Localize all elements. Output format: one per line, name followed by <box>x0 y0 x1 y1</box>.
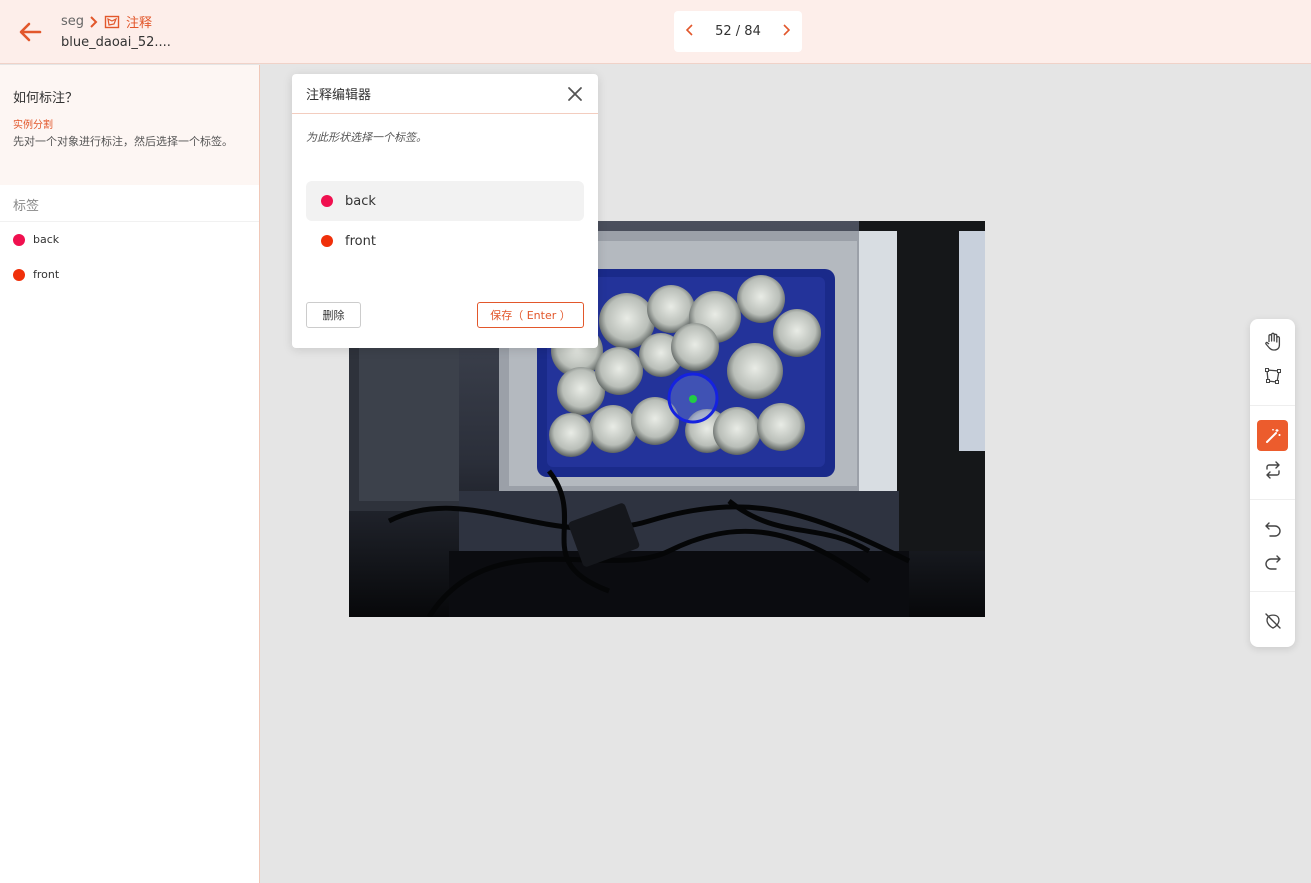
label-option-front[interactable]: front <box>306 221 584 261</box>
undo-icon <box>1264 521 1281 537</box>
howto-title: 如何标注？ <box>13 91 79 106</box>
delete-button[interactable]: 删除 <box>306 302 361 328</box>
tool-divider <box>1250 499 1295 500</box>
swap-icon <box>1265 460 1280 479</box>
howto-subtitle: 实例分割 <box>13 120 53 131</box>
polygon-tool-button[interactable] <box>1257 360 1288 391</box>
swap-tool-button[interactable] <box>1257 454 1288 485</box>
dialog-hint: 为此形状选择一个标签。 <box>306 131 427 144</box>
breadcrumb-root[interactable]: seg <box>61 14 84 29</box>
label-option-name: back <box>345 193 376 209</box>
label-option-name: front <box>345 233 376 249</box>
chevron-left-icon <box>685 23 693 36</box>
polygon-icon <box>1264 367 1281 384</box>
label-option-back[interactable]: back <box>306 181 584 221</box>
annotation-editor-dialog: 注释编辑器 为此形状选择一个标签。 back front 删除 保存（ Ente… <box>292 74 598 348</box>
labels-heading: 标签 <box>0 185 259 222</box>
left-sidebar: 如何标注？ 实例分割 先对一个对象进行标注，然后选择一个标签。 标签 back … <box>0 65 260 883</box>
top-header: seg 注释 blue_daoai_52.... 52 / 84 <box>0 0 1311 64</box>
close-icon[interactable] <box>566 85 584 103</box>
annotation-icon <box>104 15 120 28</box>
label-color-dot <box>13 233 25 246</box>
dialog-header: 注释编辑器 <box>292 74 598 114</box>
label-name: back <box>33 233 60 246</box>
chevron-right-icon <box>783 23 791 36</box>
undo-tool-button[interactable] <box>1257 513 1288 544</box>
file-name: blue_daoai_52.... <box>61 35 171 50</box>
label-item-back[interactable]: back <box>0 222 259 257</box>
label-name: front <box>33 268 60 281</box>
chevron-right-icon <box>90 15 98 28</box>
hand-icon <box>1264 332 1280 351</box>
howto-panel: 如何标注？ 实例分割 先对一个对象进行标注，然后选择一个标签。 <box>0 65 259 185</box>
image-pager: 52 / 84 <box>674 11 802 52</box>
label-color-dot <box>13 268 25 281</box>
annotation-point[interactable] <box>689 395 697 403</box>
next-image-button[interactable] <box>782 23 791 40</box>
eye-off-icon <box>1264 612 1281 629</box>
prev-image-button[interactable] <box>685 23 694 40</box>
tool-divider <box>1250 405 1295 406</box>
label-color-dot <box>321 235 333 247</box>
breadcrumb-current: 注释 <box>126 16 153 31</box>
dialog-title: 注释编辑器 <box>306 88 372 103</box>
label-item-front[interactable]: front <box>0 257 259 292</box>
redo-icon <box>1264 554 1281 570</box>
hand-tool-button[interactable] <box>1257 326 1288 357</box>
save-button[interactable]: 保存（ Enter ） <box>477 302 584 328</box>
label-color-dot <box>321 195 333 207</box>
breadcrumb: seg 注释 <box>61 12 152 31</box>
hide-annotations-button[interactable] <box>1257 605 1288 636</box>
tool-divider <box>1250 591 1295 592</box>
back-arrow-icon[interactable] <box>16 18 44 46</box>
page-counter: 52 / 84 <box>715 24 761 39</box>
magic-wand-icon <box>1265 428 1280 443</box>
tool-panel <box>1250 319 1295 647</box>
howto-text: 先对一个对象进行标注，然后选择一个标签。 <box>13 135 233 148</box>
redo-tool-button[interactable] <box>1257 546 1288 577</box>
magic-wand-tool-button[interactable] <box>1257 420 1288 451</box>
